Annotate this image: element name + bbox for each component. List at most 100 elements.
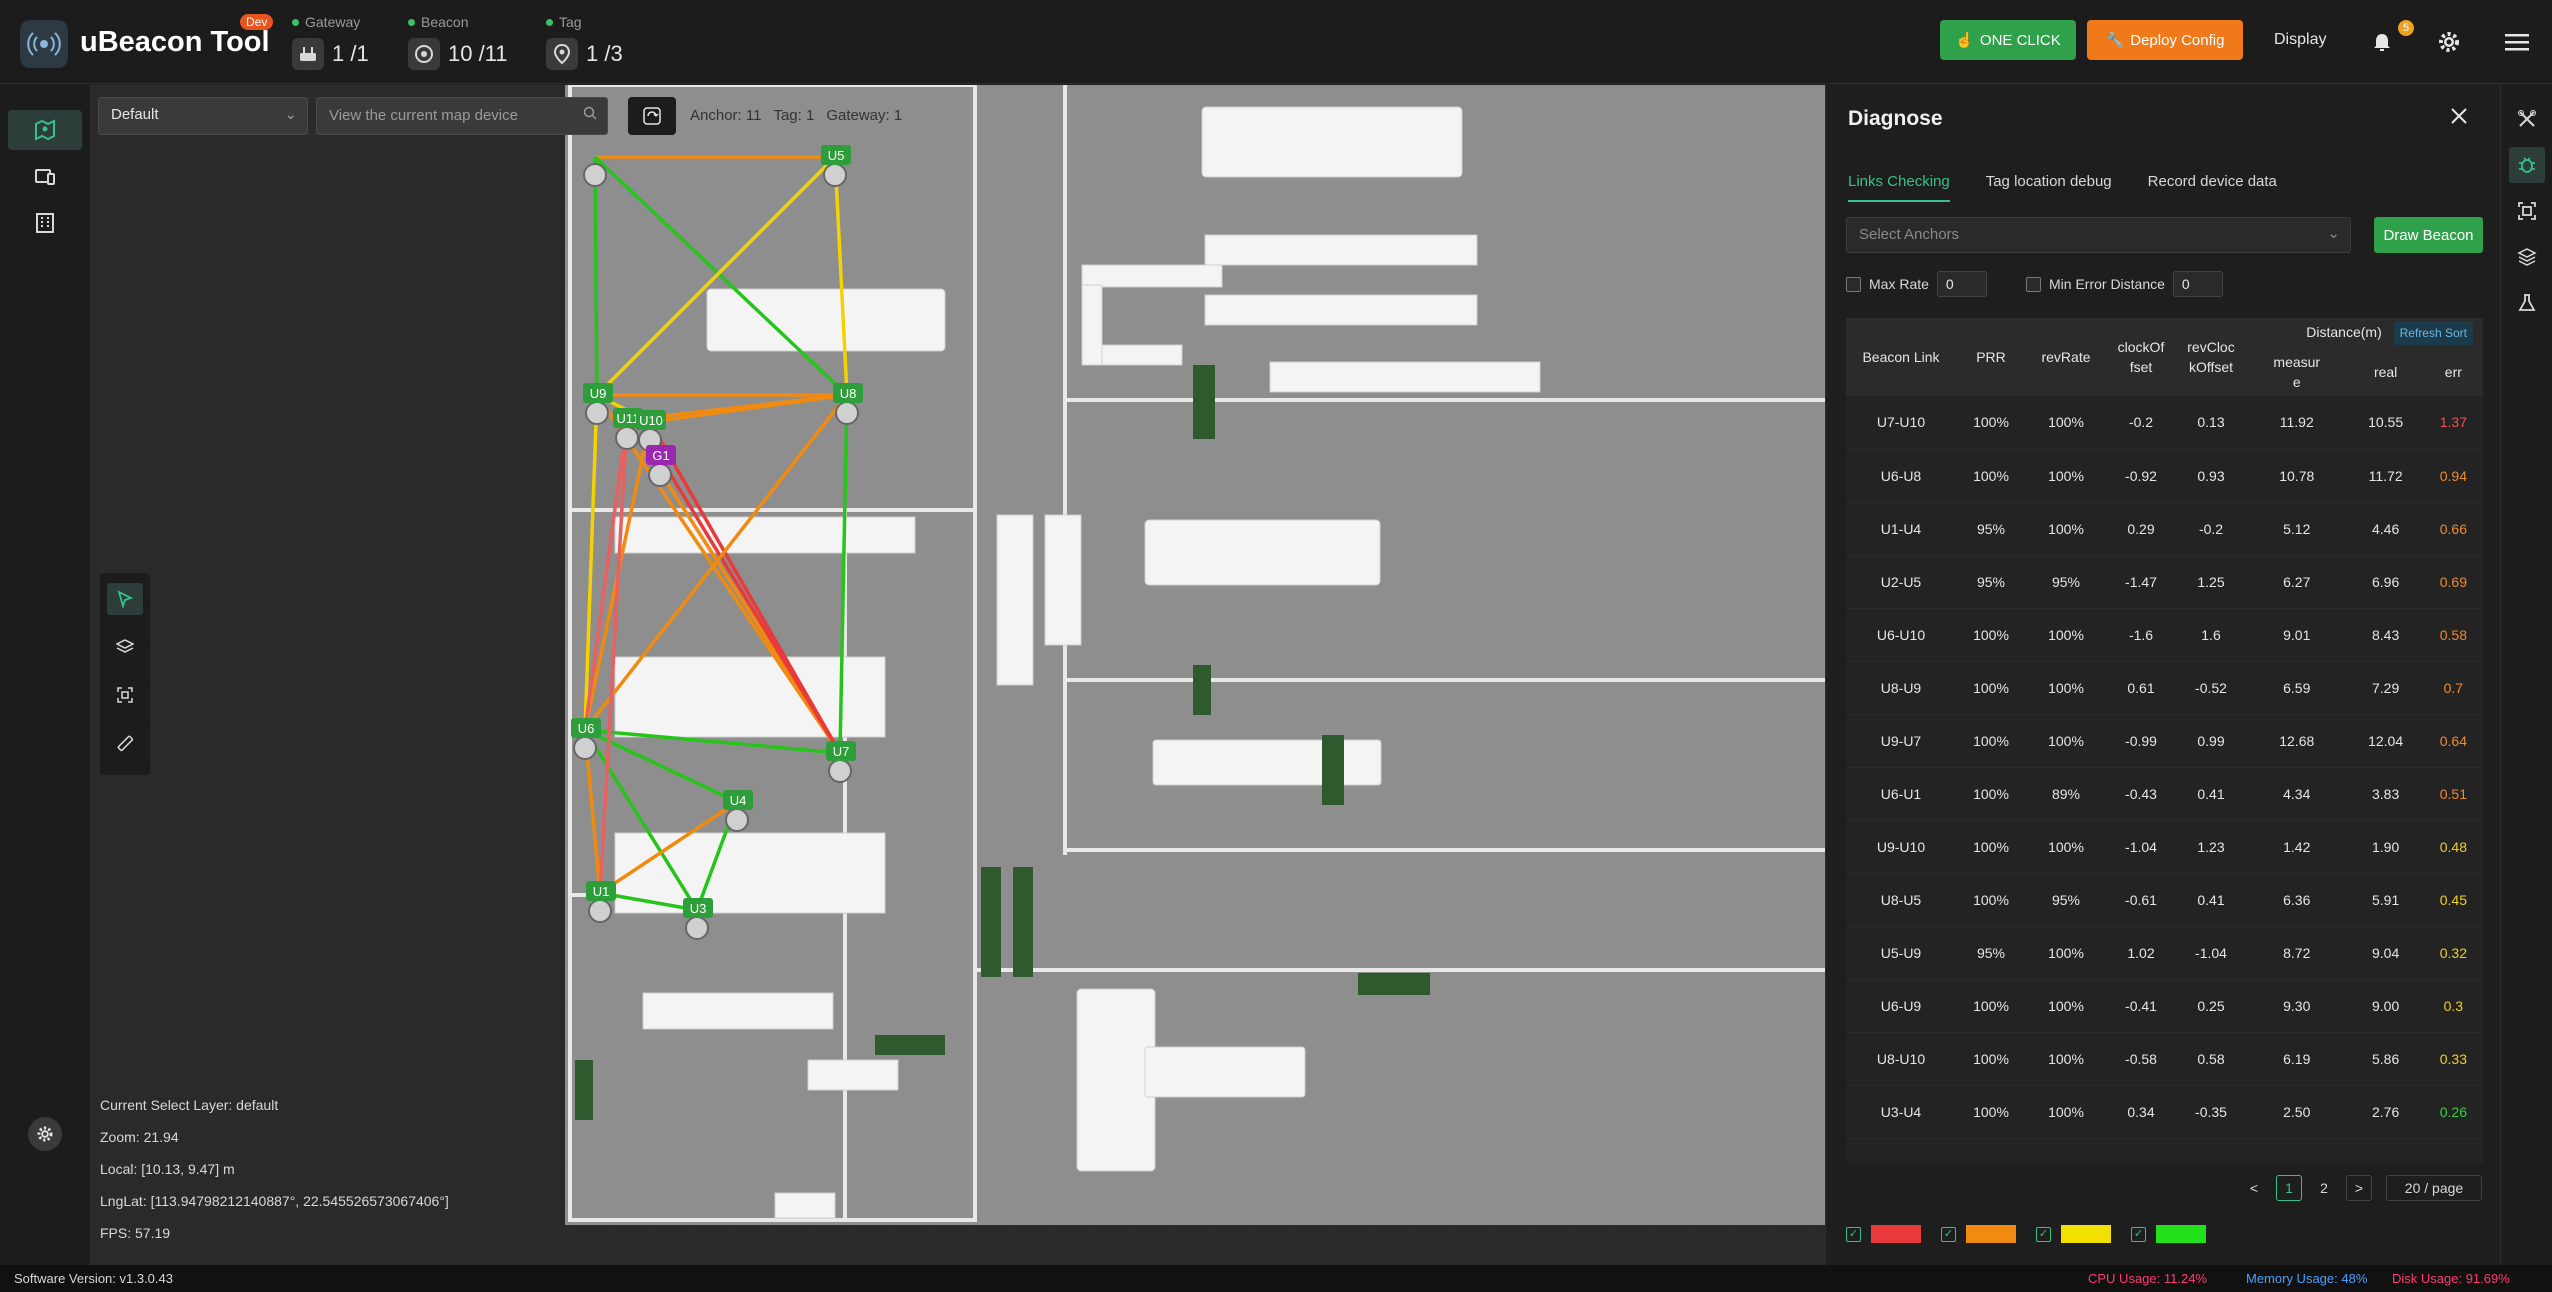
- cell-link: U8-U10: [1846, 1032, 1956, 1086]
- bell-icon[interactable]: [2368, 28, 2396, 56]
- table-row[interactable]: U6-U10 100% 100% -1.6 1.6 9.01 8.43 0.58: [1846, 608, 2483, 662]
- layer-select[interactable]: Default ⌄: [98, 97, 308, 135]
- legend-orange[interactable]: ✓: [1941, 1225, 2016, 1243]
- cell-revrate: 89%: [2026, 767, 2106, 821]
- rail-devices-icon[interactable]: [8, 157, 82, 197]
- beacon-stat[interactable]: Beacon 10 /11: [408, 14, 508, 70]
- legend-yellow[interactable]: ✓: [2036, 1225, 2111, 1243]
- bug-icon[interactable]: [2509, 147, 2545, 183]
- floor-plan[interactable]: U5U9 U8U11 U10G1U6U7U4U1U3: [565, 85, 1825, 1225]
- cell-link: U5-U9: [1846, 926, 1956, 980]
- refresh-sort-button[interactable]: Refresh Sort: [2393, 321, 2473, 345]
- cell-clock-offset: 0.34: [2106, 1085, 2176, 1139]
- cell-rev-clock-offset: 0.99: [2176, 714, 2246, 768]
- table-row[interactable]: U9-U7 100% 100% -0.99 0.99 12.68 12.04 0.64: [1846, 714, 2483, 768]
- menu-icon[interactable]: [2503, 28, 2531, 56]
- table-row[interactable]: U5-U9 95% 100% 1.02 -1.04 8.72 9.04 0.32: [1846, 926, 2483, 980]
- frame-icon[interactable]: [2509, 193, 2545, 229]
- table-row[interactable]: U9-U10 100% 100% -1.04 1.23 1.42 1.90 0.48: [1846, 820, 2483, 874]
- table-row[interactable]: U8-U5 100% 95% -0.61 0.41 6.36 5.91 0.45: [1846, 873, 2483, 927]
- pointer-tool-icon[interactable]: [107, 583, 143, 615]
- rail-map-icon[interactable]: [8, 110, 82, 150]
- layers-tool-icon[interactable]: [107, 631, 143, 663]
- tab-links-checking[interactable]: Links Checking: [1848, 173, 1950, 202]
- min-error-checkbox[interactable]: [2026, 276, 2041, 292]
- beacon-icon: [408, 38, 440, 70]
- cell-real: 10.55: [2347, 396, 2424, 450]
- cell-clock-offset: -1.47: [2106, 555, 2176, 609]
- table-row[interactable]: U7-U10 100% 100% -0.2 0.13 11.92 10.55 1.37: [1846, 396, 2483, 450]
- page-1-button[interactable]: 1: [2276, 1175, 2302, 1201]
- cell-err: 0.58: [2423, 608, 2483, 662]
- prev-page-button[interactable]: <: [2241, 1175, 2267, 1201]
- map-canvas[interactable]: U5 U9 U8 U11 U10 G1 U6 U7 U4 U1 U3 Default ⌄ View …: [90, 85, 1825, 1265]
- table-row[interactable]: U8-U9 100% 100% 0.61 -0.52 6.59 7.29 0.7: [1846, 661, 2483, 715]
- cell-real: 5.86: [2347, 1032, 2424, 1086]
- cell-err: 0.64: [2423, 714, 2483, 768]
- table-row[interactable]: U2-U5 95% 95% -1.47 1.25 6.27 6.96 0.69: [1846, 555, 2483, 609]
- one-click-button[interactable]: ☝ ONE CLICK: [1940, 20, 2076, 60]
- fit-view-tool-icon[interactable]: [107, 679, 143, 711]
- node-label: U10: [639, 413, 663, 428]
- legend-green[interactable]: ✓: [2131, 1225, 2206, 1243]
- legend-green-checkbox[interactable]: ✓: [2131, 1226, 2146, 1242]
- table-row[interactable]: U6-U9 100% 100% -0.41 0.25 9.30 9.00 0.3: [1846, 979, 2483, 1033]
- tag-stat[interactable]: Tag 1 /3: [546, 14, 623, 70]
- cell-real: 7.29: [2347, 661, 2424, 715]
- ruler-tool-icon[interactable]: [107, 727, 143, 759]
- rail-building-icon[interactable]: [8, 203, 82, 243]
- cell-clock-offset: 1.02: [2106, 926, 2176, 980]
- map-settings-icon[interactable]: [28, 1117, 62, 1151]
- tab-tag-location-debug[interactable]: Tag location debug: [1986, 173, 2112, 202]
- gear-icon[interactable]: [2435, 28, 2463, 56]
- layers-icon[interactable]: [2509, 239, 2545, 275]
- col-real: real: [2347, 348, 2424, 396]
- col-measure: measur e: [2246, 348, 2348, 396]
- legend-red-checkbox[interactable]: ✓: [1846, 1226, 1861, 1242]
- min-error-input[interactable]: 0: [2172, 271, 2223, 297]
- legend-red[interactable]: ✓: [1846, 1225, 1921, 1243]
- anchor-select[interactable]: Select Anchors ⌄: [1846, 217, 2351, 253]
- page-2-button[interactable]: 2: [2311, 1175, 2337, 1201]
- table-row[interactable]: U6-U1 100% 89% -0.43 0.41 4.34 3.83 0.51: [1846, 767, 2483, 821]
- page-size-select[interactable]: 20 / page: [2386, 1175, 2482, 1201]
- max-rate-checkbox[interactable]: [1846, 276, 1861, 292]
- gateway-stat[interactable]: Gateway 1 /1: [292, 14, 369, 70]
- cell-measure: 9.30: [2246, 979, 2348, 1033]
- cell-real: 1.90: [2347, 820, 2424, 874]
- max-rate-label: Max Rate: [1869, 276, 1929, 292]
- cell-measure: 1.42: [2246, 820, 2348, 874]
- distance-header: Distance(m): [2306, 324, 2382, 340]
- cell-err: 0.32: [2423, 926, 2483, 980]
- deploy-config-button[interactable]: 🔧 Deploy Config: [2087, 20, 2243, 60]
- tag-icon: [546, 38, 578, 70]
- cell-link: U1-U4: [1846, 502, 1956, 556]
- tools-icon[interactable]: [2509, 101, 2545, 137]
- draw-beacon-button[interactable]: Draw Beacon: [2374, 217, 2483, 253]
- table-row[interactable]: U1-U4 95% 100% 0.29 -0.2 5.12 4.46 0.66: [1846, 502, 2483, 556]
- max-rate-input[interactable]: 0: [1936, 271, 1987, 297]
- legend-orange-checkbox[interactable]: ✓: [1941, 1226, 1956, 1242]
- cell-measure: 10.78: [2246, 449, 2348, 503]
- link-line[interactable]: [593, 156, 599, 396]
- cell-clock-offset: -0.2: [2106, 396, 2176, 450]
- cell-link: U6-U10: [1846, 608, 1956, 662]
- cell-prr: 100%: [1956, 979, 2026, 1033]
- gateway-label: Gateway: [305, 14, 361, 30]
- device-search-input[interactable]: View the current map device: [316, 97, 608, 135]
- cell-clock-offset: -1.04: [2106, 820, 2176, 874]
- beacon-node-u0[interactable]: [583, 163, 607, 187]
- table-row[interactable]: U6-U8 100% 100% -0.92 0.93 10.78 11.72 0.94: [1846, 449, 2483, 503]
- display-button[interactable]: Display: [2274, 31, 2326, 49]
- tab-record-device-data[interactable]: Record device data: [2148, 173, 2277, 202]
- close-icon[interactable]: [2448, 105, 2476, 133]
- map-refresh-button[interactable]: [628, 97, 676, 135]
- cell-measure: 6.36: [2246, 873, 2348, 927]
- cell-link: U9-U10: [1846, 820, 1956, 874]
- cell-clock-offset: 0.61: [2106, 661, 2176, 715]
- flask-icon[interactable]: [2509, 285, 2545, 321]
- next-page-button[interactable]: >: [2346, 1175, 2372, 1201]
- table-row[interactable]: U8-U10 100% 100% -0.58 0.58 6.19 5.86 0.33: [1846, 1032, 2483, 1086]
- table-row[interactable]: U3-U4 100% 100% 0.34 -0.35 2.50 2.76 0.26: [1846, 1085, 2483, 1139]
- legend-yellow-checkbox[interactable]: ✓: [2036, 1226, 2051, 1242]
